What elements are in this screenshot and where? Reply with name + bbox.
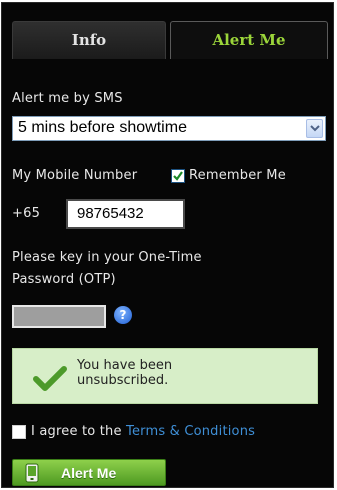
unsubscribed-notice: You have been unsubscribed. bbox=[12, 348, 318, 404]
checkmark-icon bbox=[173, 171, 183, 181]
agree-terms-text: I agree to the bbox=[31, 424, 127, 439]
notice-line2: unsubscribed. bbox=[77, 373, 169, 388]
otp-input[interactable] bbox=[12, 305, 106, 328]
mobile-label: My Mobile Number bbox=[12, 168, 138, 183]
notice-message: You have been unsubscribed. bbox=[77, 358, 297, 388]
agree-terms-checkbox[interactable] bbox=[12, 425, 26, 439]
tab-bar: Info Alert Me bbox=[12, 21, 328, 59]
remember-me-label: Remember Me bbox=[189, 168, 286, 183]
mobile-number-input[interactable]: 98765432 bbox=[66, 199, 185, 229]
tab-info[interactable]: Info bbox=[12, 21, 166, 59]
country-code: +65 bbox=[12, 206, 41, 221]
otp-label-line1: Please key in your One-Time bbox=[12, 250, 202, 265]
chevron-down-icon bbox=[310, 125, 320, 132]
agree-terms-label: I agree to the Terms & Conditions bbox=[31, 424, 255, 439]
sms-timing-value: 5 mins before showtime bbox=[18, 119, 187, 136]
alert-panel: Info Alert Me Alert me by SMS 5 mins bef… bbox=[1, 2, 334, 488]
alert-me-button[interactable]: Alert Me bbox=[12, 459, 166, 486]
remember-me-checkbox[interactable] bbox=[171, 169, 185, 183]
mobile-phone-icon bbox=[25, 463, 39, 483]
checkmark-icon bbox=[33, 366, 67, 391]
alert-me-button-label: Alert Me bbox=[61, 465, 117, 481]
dropdown-button[interactable] bbox=[306, 119, 323, 138]
sms-label: Alert me by SMS bbox=[12, 91, 123, 106]
notice-line1: You have been bbox=[77, 358, 173, 373]
otp-label-line2: Password (OTP) bbox=[12, 272, 116, 287]
terms-link[interactable]: Terms & Conditions bbox=[126, 424, 255, 439]
tab-alert-me[interactable]: Alert Me bbox=[170, 21, 328, 59]
help-icon[interactable]: ? bbox=[114, 306, 132, 324]
sms-timing-select[interactable]: 5 mins before showtime bbox=[12, 116, 326, 141]
